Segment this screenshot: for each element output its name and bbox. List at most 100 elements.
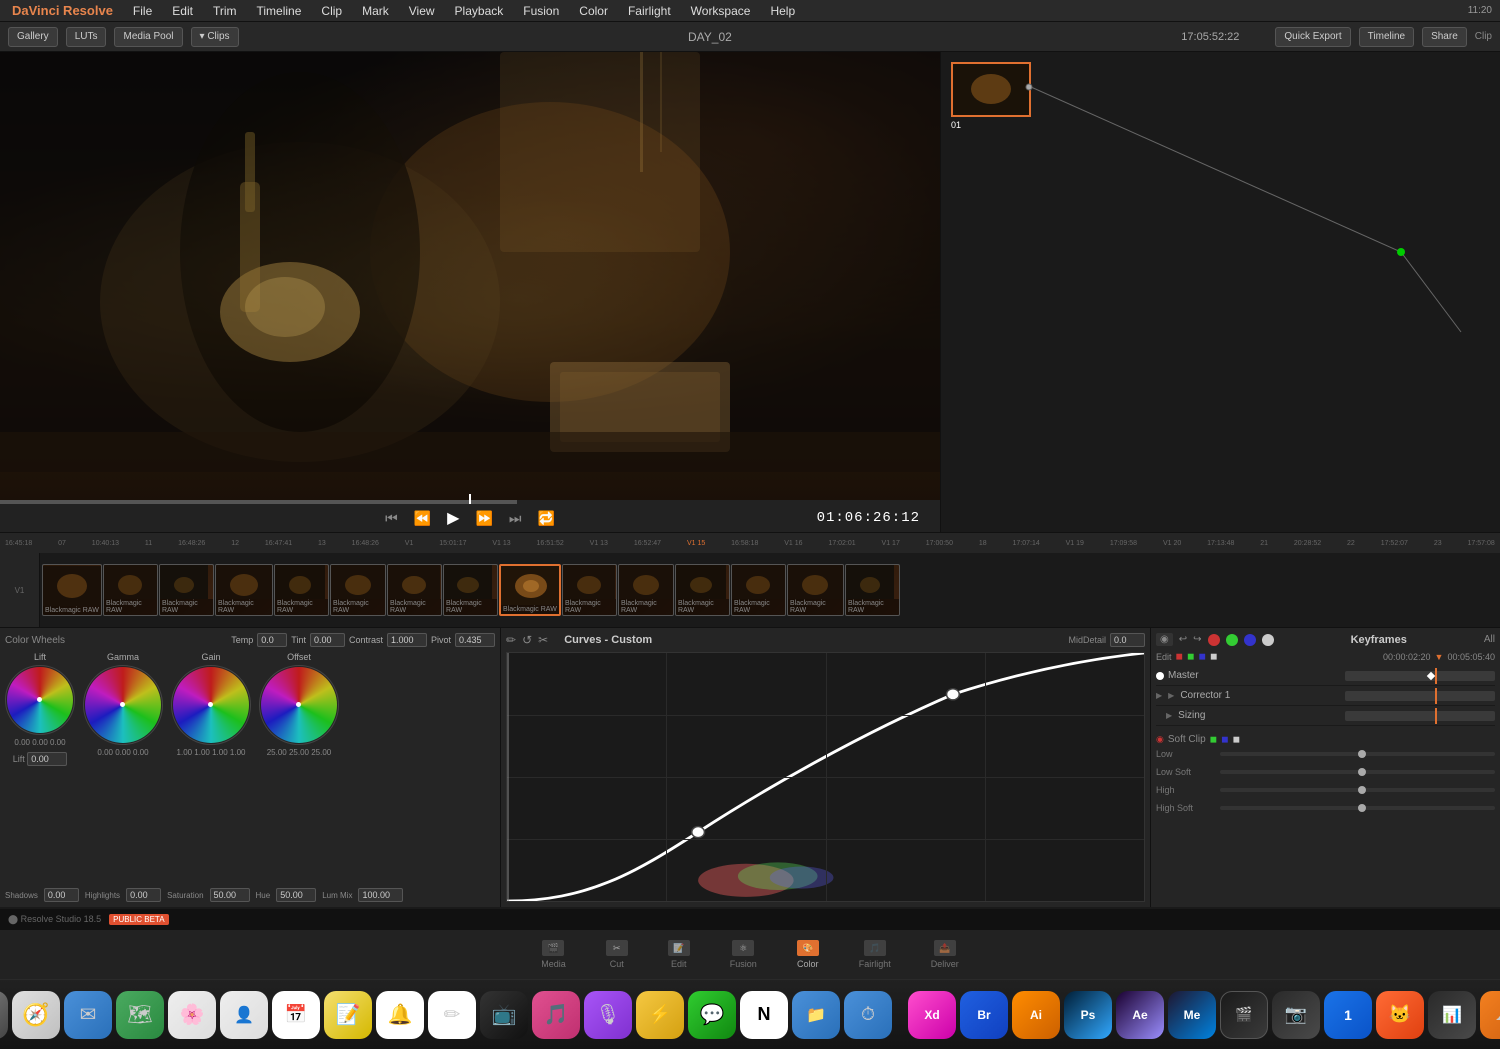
kf-red-btn[interactable] [1208,634,1220,646]
dock-launchpad[interactable]: 🚀 [0,991,8,1039]
go-to-start-btn[interactable]: ⏮ [381,510,402,527]
menu-fusion[interactable]: Fusion [519,4,563,18]
timeline-clip-9[interactable]: Blackmagic RAW [562,564,617,616]
tab-edit[interactable]: 📝 Edit [668,940,690,969]
menu-mark[interactable]: Mark [358,4,393,18]
menu-file[interactable]: File [129,4,156,18]
timeline-clip-11[interactable]: Blackmagic RAW [675,564,730,616]
timeline-clip-4[interactable]: Blackmagic RAW [215,564,273,616]
kf-blue-btn[interactable] [1244,634,1256,646]
lift-wheel[interactable] [5,665,75,735]
offset-wheel[interactable] [259,665,339,745]
dock-davinci[interactable]: 🎬 [1220,991,1268,1039]
tab-fairlight[interactable]: 🎵 Fairlight [859,940,891,969]
timeline-clip-7[interactable]: Blackmagic RAW [387,564,442,616]
share-btn[interactable]: Share [1422,27,1467,47]
kf-green-btn[interactable] [1226,634,1238,646]
dock-mail[interactable]: ✉ [64,991,112,1039]
menu-view[interactable]: View [405,4,439,18]
kf-all-btn[interactable]: All [1484,634,1495,645]
dock-safari[interactable]: 🧭 [12,991,60,1039]
kf-master-bar[interactable] [1345,671,1495,681]
kf-corrector-toggle[interactable]: ▶ [1168,691,1174,700]
dock-istat[interactable]: 📊 [1428,991,1476,1039]
dock-contacts[interactable]: 👤 [220,991,268,1039]
menu-fairlight[interactable]: Fairlight [624,4,675,18]
dock-photoshop[interactable]: Ps [1064,991,1112,1039]
lum-mix-input[interactable] [358,888,403,902]
dock-aftereffects[interactable]: Ae [1116,991,1164,1039]
kf-sizing-bar[interactable] [1345,711,1495,721]
menu-workspace[interactable]: Workspace [687,4,755,18]
timeline-clip-13[interactable]: Blackmagic RAW [787,564,844,616]
kf-white-btn[interactable] [1262,634,1274,646]
dock-bridge[interactable]: Br [960,991,1008,1039]
dock-lasso[interactable]: 🐱 [1376,991,1424,1039]
project-name[interactable]: DAY_02 [688,30,732,44]
kf-corrector-bar[interactable] [1345,691,1495,701]
dock-illustrator[interactable]: Ai [1012,991,1060,1039]
sc-high-soft-slider[interactable] [1220,806,1495,810]
highlights-input[interactable] [126,888,161,902]
kf-color-icon[interactable]: ◉ [1156,633,1173,646]
dock-podcasts[interactable]: 🎙 [584,991,632,1039]
step-forward-btn[interactable]: ⏩ [471,510,496,527]
tab-fusion[interactable]: ⚛ Fusion [730,940,757,969]
curves-select-icon[interactable]: ✂ [538,633,548,647]
kf-corrector-arrow[interactable]: ▶ [1156,691,1162,700]
loop-btn[interactable]: 🔁 [533,510,558,527]
sc-high-slider[interactable] [1220,788,1495,792]
dock-freeform[interactable]: ✏ [428,991,476,1039]
play-btn[interactable]: ▶ [443,508,463,528]
sc-low-soft-slider[interactable] [1220,770,1495,774]
timeline-clip-5[interactable]: Blackmagic RAW [274,564,329,616]
dock-calendar[interactable]: 📅 [272,991,320,1039]
tab-color[interactable]: 🎨 Color [797,940,819,969]
dock-reminders[interactable]: 🔔 [376,991,424,1039]
menu-playback[interactable]: Playback [451,4,508,18]
timeline-clip-12[interactable]: Blackmagic RAW [731,564,786,616]
sc-low-handle[interactable] [1358,750,1366,758]
tab-cut[interactable]: ✂ Cut [606,940,628,969]
curves-pencil-icon[interactable]: ✏ [506,633,516,647]
timeline-clip-active[interactable]: Blackmagic RAW [499,564,561,616]
luts-btn[interactable]: LUTs [66,27,107,47]
curves-reset-icon[interactable]: ↺ [522,633,532,647]
dock-screenium[interactable]: 📷 [1272,991,1320,1039]
dock-cloudflare[interactable]: ☁ [1480,991,1500,1039]
dock-mediaencoder[interactable]: Me [1168,991,1216,1039]
timeline-clip-2[interactable]: Blackmagic RAW [103,564,158,616]
node-editor[interactable]: 01 [941,52,1500,532]
dock-notion[interactable]: N [740,991,788,1039]
curves-canvas[interactable] [506,652,1145,902]
dock-1password[interactable]: 1 [1324,991,1372,1039]
dock-amphetamine[interactable]: ⚡ [636,991,684,1039]
kf-sizing-arrow[interactable]: ▶ [1166,711,1172,720]
tab-media[interactable]: 🎬 Media [541,940,566,969]
timeline-clip-14[interactable]: Blackmagic RAW [845,564,900,616]
tab-deliver[interactable]: 📤 Deliver [931,940,959,969]
timeline-clip-8[interactable]: Blackmagic RAW [443,564,498,616]
lift-master-input[interactable] [27,752,67,766]
media-pool-btn[interactable]: Media Pool [114,27,182,47]
menu-color[interactable]: Color [575,4,612,18]
dock-photos[interactable]: 🌸 [168,991,216,1039]
dock-klokki[interactable]: ⏱ [844,991,892,1039]
gamma-wheel[interactable] [83,665,163,745]
timeline-clip-3[interactable]: Blackmagic RAW [159,564,214,616]
saturation-input[interactable] [210,888,250,902]
hue-input[interactable] [276,888,316,902]
step-back-btn[interactable]: ⏪ [410,510,435,527]
pivot-input[interactable] [455,633,495,647]
shadows-input[interactable] [44,888,79,902]
gallery-btn[interactable]: Gallery [8,27,58,47]
temp-input[interactable] [257,633,287,647]
dock-music[interactable]: 🎵 [532,991,580,1039]
dock-messages[interactable]: 💬 [688,991,736,1039]
menu-edit[interactable]: Edit [168,4,197,18]
contrast-input[interactable] [387,633,427,647]
menu-help[interactable]: Help [766,4,799,18]
dock-appletv[interactable]: 📺 [480,991,528,1039]
middetail-input[interactable] [1110,633,1145,647]
video-frame[interactable] [0,52,940,504]
